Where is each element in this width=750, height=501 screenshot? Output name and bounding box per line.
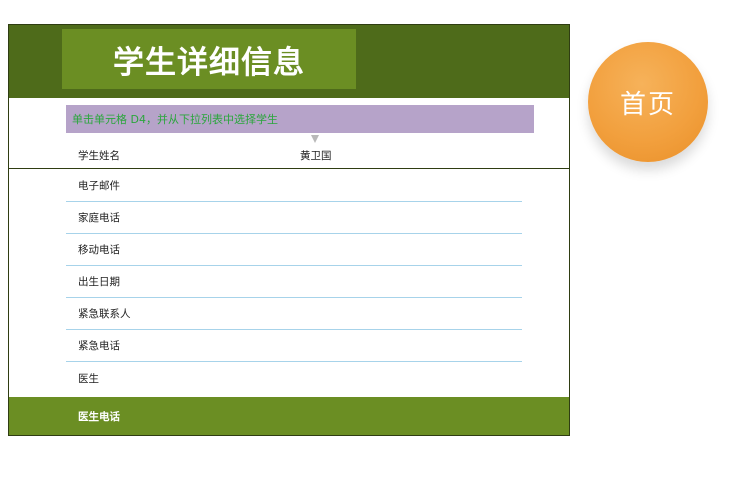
birth-date-row: 出生日期 — [66, 266, 522, 298]
home-phone-row: 家庭电话 — [66, 202, 522, 234]
email-label: 电子邮件 — [78, 180, 120, 192]
doctor-label: 医生 — [78, 372, 99, 385]
footer-band: 医生电话 — [9, 397, 569, 435]
emergency-contact-label: 紧急联系人 — [78, 308, 131, 320]
student-name-label: 学生姓名 — [78, 149, 120, 162]
instruction-banner: 单击单元格 D4，并从下拉列表中选择学生 — [66, 105, 534, 133]
student-name-cell[interactable]: 黄卫国 — [300, 148, 332, 163]
header-band: 学生详细信息 — [9, 25, 569, 98]
emergency-contact-row: 紧急联系人 — [66, 298, 522, 330]
title-box: 学生详细信息 — [62, 29, 356, 89]
name-divider — [9, 168, 569, 169]
doctor-row: 医生 — [66, 362, 522, 394]
home-button-label: 首页 — [619, 89, 676, 120]
mobile-phone-label: 移动电话 — [78, 244, 120, 256]
home-button[interactable]: 首页 — [588, 42, 708, 162]
page-title: 学生详细信息 — [113, 44, 305, 81]
home-phone-label: 家庭电话 — [78, 212, 120, 224]
emergency-phone-label: 紧急电话 — [78, 340, 120, 352]
student-details-sheet: 学生详细信息 单击单元格 D4，并从下拉列表中选择学生 学生姓名 黄卫国 电子邮… — [8, 24, 570, 436]
mobile-phone-row: 移动电话 — [66, 234, 522, 266]
birth-date-label: 出生日期 — [78, 276, 120, 288]
emergency-phone-row: 紧急电话 — [66, 330, 522, 362]
doctor-phone-label: 医生电话 — [78, 411, 120, 423]
email-row: 电子邮件 — [66, 170, 522, 202]
student-name-row: 学生姓名 黄卫国 — [66, 140, 522, 170]
